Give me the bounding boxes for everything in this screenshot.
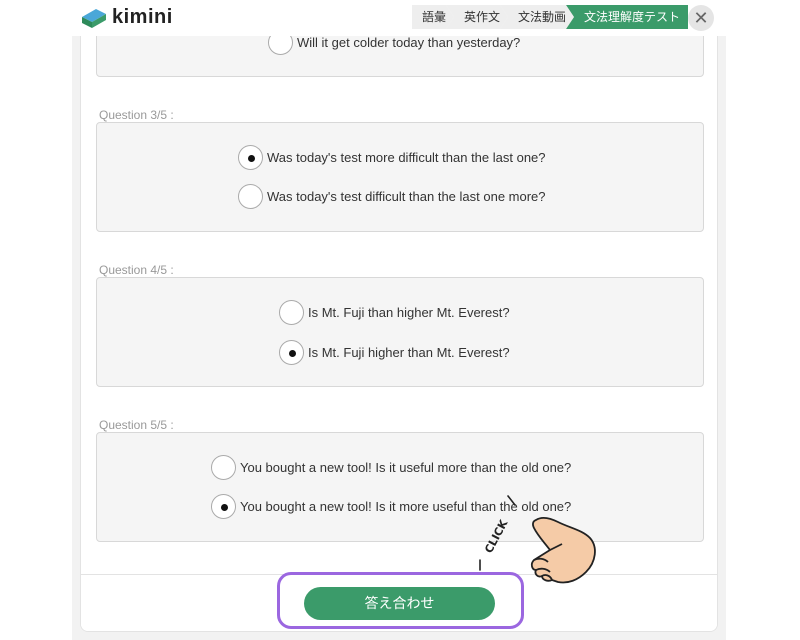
question-3-box: Was today's test more difficult than the…	[96, 122, 704, 232]
question-4-label: Question 4/5 :	[99, 263, 174, 277]
question-4-box: Is Mt. Fuji than higher Mt. Everest? Is …	[96, 277, 704, 387]
click-label: CLICK	[482, 517, 510, 555]
radio-button-selected[interactable]	[238, 145, 263, 170]
question-3-option-1[interactable]: Was today's test more difficult than the…	[238, 145, 546, 170]
radio-button[interactable]	[279, 300, 304, 325]
radio-button[interactable]	[211, 455, 236, 480]
option-text: Will it get colder today than yesterday?	[297, 35, 521, 50]
question-3-option-2[interactable]: Was today's test difficult than the last…	[238, 184, 546, 209]
option-text: Is Mt. Fuji than higher Mt. Everest?	[308, 305, 510, 320]
tab-vocabulary[interactable]: 語彙	[412, 5, 454, 29]
logo[interactable]: kimini	[80, 6, 173, 29]
kimini-logo-icon	[82, 8, 106, 28]
top-bar: kimini 語彙 英作文 文法動画 文法理解度テスト ✕	[72, 0, 726, 36]
radio-button-selected[interactable]	[279, 340, 304, 365]
question-5-box: You bought a new tool! Is it useful more…	[96, 432, 704, 542]
click-hint-overlay: CLICK	[479, 495, 596, 584]
question-5-option-1[interactable]: You bought a new tool! Is it useful more…	[211, 455, 571, 480]
tab-english-composition[interactable]: 英作文	[446, 5, 508, 29]
option-text: Was today's test difficult than the last…	[267, 189, 546, 204]
question-5-label: Question 5/5 :	[99, 418, 174, 432]
option-text: Was today's test more difficult than the…	[267, 150, 546, 165]
question-3-label: Question 3/5 :	[99, 108, 174, 122]
option-text: Is Mt. Fuji higher than Mt. Everest?	[308, 345, 510, 360]
radio-button[interactable]	[238, 184, 263, 209]
pointing-hand-icon	[530, 516, 596, 584]
tab-grammar-videos[interactable]: 文法動画	[500, 5, 574, 29]
question-4-option-1[interactable]: Is Mt. Fuji than higher Mt. Everest?	[279, 300, 510, 325]
close-button[interactable]: ✕	[688, 5, 714, 31]
option-text: You bought a new tool! Is it useful more…	[240, 460, 572, 475]
close-icon: ✕	[693, 8, 709, 28]
radio-button-selected[interactable]	[211, 494, 236, 519]
app-name: kimini	[112, 6, 173, 28]
breadcrumb: 語彙 英作文 文法動画 文法理解度テスト	[420, 5, 689, 29]
question-4-option-2[interactable]: Is Mt. Fuji higher than Mt. Everest?	[279, 340, 510, 365]
tab-grammar-test[interactable]: 文法理解度テスト	[566, 5, 689, 29]
quiz-panel: Will it get colder today than yesterday?…	[80, 0, 718, 632]
